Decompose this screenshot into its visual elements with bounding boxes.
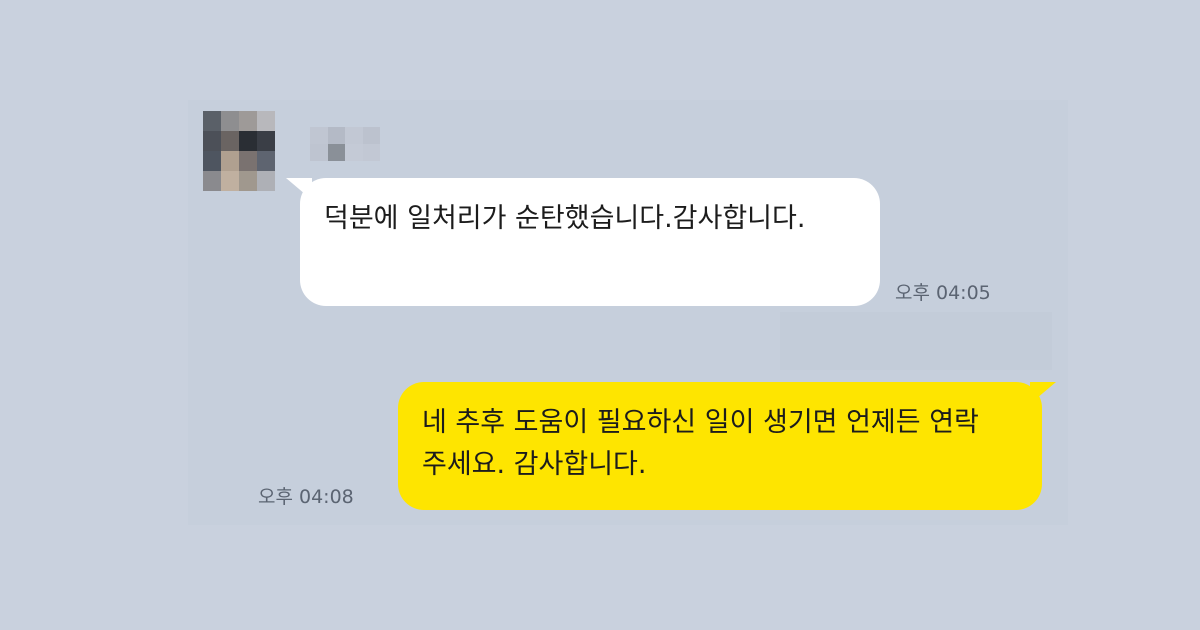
avatar-pixel — [221, 151, 239, 171]
avatar-pixel — [203, 171, 221, 191]
avatar-pixel — [257, 151, 275, 171]
name-pixel — [362, 144, 380, 161]
outgoing-message-text: 네 추후 도움이 필요하신 일이 생기면 언제든 연락 주세요. 감사합니다. — [422, 407, 979, 480]
name-pixel — [345, 127, 363, 144]
avatar-pixel — [221, 131, 239, 151]
avatar-pixel — [239, 131, 257, 151]
avatar-pixel — [239, 151, 257, 171]
incoming-message-bubble[interactable]: 덕분에 일처리가 순탄했습니다.감사합니다. — [300, 178, 880, 306]
name-pixel — [345, 144, 363, 161]
avatar-pixel — [203, 111, 221, 131]
incoming-message-text: 덕분에 일처리가 순탄했습니다.감사합니다. — [324, 203, 806, 234]
name-pixel — [327, 127, 345, 144]
outgoing-message-bubble[interactable]: 네 추후 도움이 필요하신 일이 생기면 언제든 연락 주세요. 감사합니다. — [398, 382, 1042, 510]
avatar-pixel — [239, 111, 257, 131]
name-pixel — [310, 144, 328, 161]
avatar-pixel — [239, 171, 257, 191]
avatar-pixel — [257, 131, 275, 151]
sender-avatar[interactable] — [203, 111, 275, 191]
avatar-pixel — [257, 171, 275, 191]
avatar-pixel — [221, 171, 239, 191]
panel-shade — [780, 312, 1052, 370]
avatar-pixel — [221, 111, 239, 131]
avatar-pixel — [257, 111, 275, 131]
incoming-message-time: 오후 04:05 — [895, 282, 991, 304]
sender-name-blurred — [310, 127, 380, 161]
avatar-pixel — [203, 151, 221, 171]
name-pixel — [327, 144, 345, 161]
name-pixel — [362, 127, 380, 144]
avatar-pixel — [203, 131, 221, 151]
outgoing-message-time: 오후 04:08 — [258, 486, 354, 508]
name-pixel — [310, 127, 328, 144]
